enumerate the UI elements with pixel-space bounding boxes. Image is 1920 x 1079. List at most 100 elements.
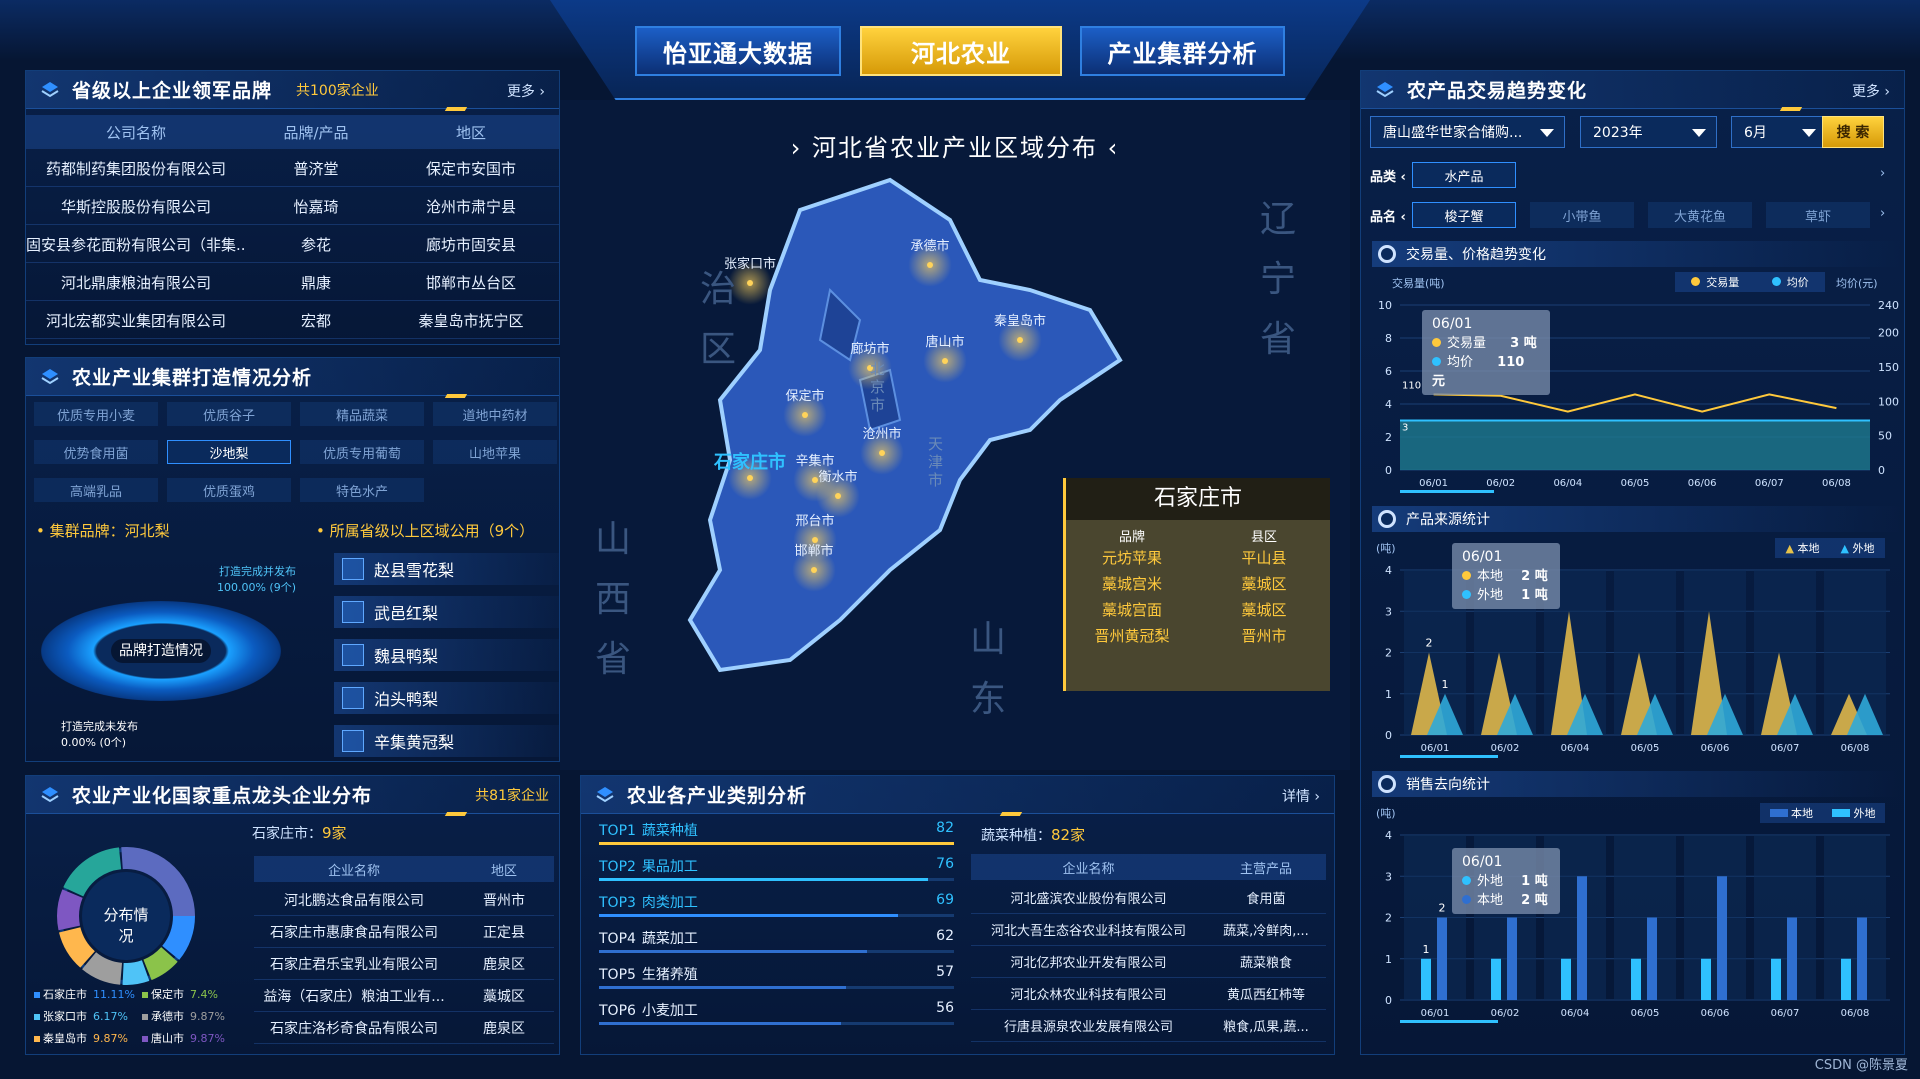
remote-bar[interactable] [1631, 958, 1641, 1000]
industry-item[interactable]: TOP1 蔬菜种植 82 [599, 820, 954, 850]
table-row[interactable]: 华斯控股股份有限公司 怡嘉琦 沧州市肃宁县 [26, 189, 559, 225]
map-city-label[interactable]: 沧州市 [842, 423, 922, 442]
cluster-chip[interactable]: 沙地梨 [167, 440, 291, 464]
city-dot[interactable] [802, 412, 808, 418]
table-row[interactable]: 河北鹏达食品有限公司 晋州市 [254, 884, 554, 916]
pear-brand-item[interactable]: 辛集黄冠梨 [334, 725, 579, 757]
industry-item[interactable]: TOP5 生猪养殖 57 [599, 964, 954, 994]
pear-brand-item[interactable]: 魏县鸭梨 [334, 639, 579, 671]
industry-item[interactable]: TOP3 肉类加工 69 [599, 892, 954, 922]
industry-item[interactable]: TOP4 蔬菜加工 62 [599, 928, 954, 958]
table-row[interactable]: 河北大吾生态谷农业科技有限公司 蔬菜,冷鲜肉,... [971, 914, 1326, 946]
map-city-label[interactable]: 保定市 [765, 385, 845, 404]
city-dot[interactable] [879, 450, 885, 456]
remote-bar[interactable] [1561, 958, 1571, 1000]
scroll-thumb[interactable] [1400, 490, 1494, 493]
search-button[interactable]: 搜 索 [1822, 116, 1884, 148]
table-cell: 河北鹏达食品有限公司 [284, 892, 424, 909]
scroll-thumb[interactable] [1400, 1020, 1498, 1023]
city-dot[interactable] [927, 262, 933, 268]
local-bar[interactable] [1717, 876, 1727, 1000]
map-city-label[interactable]: 唐山市 [905, 331, 985, 350]
product-chip[interactable]: 梭子蟹 [1412, 202, 1516, 228]
cluster-chip[interactable]: 道地中药材 [433, 402, 557, 426]
cluster-chip[interactable]: 优质专用小麦 [34, 402, 158, 426]
city-dot[interactable] [942, 358, 948, 364]
y-tick-label: 1 [1385, 688, 1392, 701]
cluster-chip[interactable]: 优质谷子 [167, 402, 291, 426]
local-bar[interactable] [1437, 917, 1447, 1001]
table-row[interactable]: 行唐县源泉农业发展有限公司 粮食,瓜果,蔬... [971, 1010, 1326, 1042]
cluster-chip[interactable]: 优质专用葡萄 [300, 440, 424, 464]
x-tick-label: 06/02 [1486, 478, 1515, 489]
category-chip[interactable]: 水产品 [1412, 162, 1516, 188]
cluster-chip[interactable]: 优势食用菌 [34, 440, 158, 464]
cluster-chip[interactable]: 特色水产 [300, 478, 424, 502]
product-chip[interactable]: 小带鱼 [1530, 202, 1634, 228]
trade-more-link[interactable]: 更多 › [1852, 81, 1890, 101]
local-bar[interactable] [1857, 917, 1867, 1001]
remote-bar[interactable] [1771, 958, 1781, 1000]
remote-bar[interactable] [1841, 958, 1851, 1000]
tab-cluster-analysis[interactable]: 产业集群分析 [1080, 26, 1285, 76]
map-city-label[interactable]: 承德市 [890, 235, 970, 254]
industry-item[interactable]: TOP6 小麦加工 56 [599, 1000, 954, 1030]
neighbor-label: 山东 [970, 619, 1007, 720]
table-row[interactable]: 石家庄君乐宝乳业有限公司 鹿泉区 [254, 948, 554, 980]
table-cell: 沧州市肃宁县 [425, 198, 516, 216]
table-row[interactable]: 石家庄洛杉奇食品有限公司 鹿泉区 [254, 1012, 554, 1044]
cluster-chip[interactable]: 高端乳品 [34, 478, 158, 502]
local-bar[interactable] [1507, 917, 1517, 1001]
year-select[interactable]: 2023年 [1580, 116, 1717, 148]
tab-hebei-agri[interactable]: 河北农业 [860, 26, 1062, 76]
table-row[interactable]: 河北盛滨农业股份有限公司 食用菌 [971, 882, 1326, 914]
industry-more-link[interactable]: 详情 › [1282, 786, 1320, 806]
cluster-chip[interactable]: 优质蛋鸡 [167, 478, 291, 502]
industry-item[interactable]: TOP2 果品加工 76 [599, 856, 954, 886]
remote-bar[interactable] [1421, 958, 1431, 1000]
remote-bar[interactable] [1491, 958, 1501, 1000]
local-bar[interactable] [1787, 917, 1797, 1001]
pear-brand-item[interactable]: 赵县雪花梨 [334, 553, 579, 585]
table-row[interactable]: 河北宏都实业集团有限公司 宏都 秦皇岛市抚宁区 [26, 303, 559, 339]
category-next-icon[interactable]: › [1880, 166, 1885, 181]
city-dot[interactable] [811, 567, 817, 573]
map-city-label[interactable]: 秦皇岛市 [980, 310, 1060, 329]
city-dot[interactable] [747, 280, 753, 286]
map-city-label[interactable]: 邯郸市 [774, 540, 854, 559]
cluster-chip[interactable]: 精品蔬菜 [300, 402, 424, 426]
product-chip[interactable]: 草虾 [1766, 202, 1870, 228]
brands-more-link[interactable]: 更多 › [507, 81, 545, 101]
map-city-label[interactable]: 廊坊市 [830, 338, 910, 357]
table-row[interactable]: 河北亿邦农业开发有限公司 蔬菜粮食 [971, 946, 1326, 978]
pear-brand-item[interactable]: 武邑红梨 [334, 596, 579, 628]
table-row[interactable]: 河北众林农业科技有限公司 黄瓜西红柿等 [971, 978, 1326, 1010]
y2-tick-label: 150 [1878, 361, 1899, 374]
table-row[interactable]: 固安县参花面粉有限公司（非集... 参花 廊坊市固安县 [26, 227, 559, 263]
table-row[interactable]: 河北鼎康粮油有限公司 鼎康 邯郸市丛台区 [26, 265, 559, 301]
legend-swatch [142, 1014, 148, 1020]
city-dot[interactable] [747, 475, 753, 481]
city-dot[interactable] [1017, 337, 1023, 343]
map-city-label[interactable]: 衡水市 [798, 466, 878, 485]
cluster-chip[interactable]: 山地苹果 [433, 440, 557, 464]
remote-bar[interactable] [1701, 958, 1711, 1000]
table-cell: 鹿泉区 [483, 1020, 525, 1037]
city-dot[interactable] [835, 493, 841, 499]
footer-watermark: CSDN @陈景夏 [1814, 1058, 1908, 1073]
local-bar[interactable] [1647, 917, 1657, 1001]
table-row[interactable]: 益海（石家庄）粮油工业有... 藁城区 [254, 980, 554, 1012]
scroll-thumb[interactable] [1400, 755, 1498, 758]
layers-icon [1376, 82, 1394, 98]
table-row[interactable]: 药都制药集团股份有限公司 普济堂 保定市安国市 [26, 151, 559, 187]
map-city-label[interactable]: 邢台市 [775, 510, 855, 529]
tab-ytt-bigdata[interactable]: 怡亚通大数据 [635, 26, 841, 76]
warehouse-select[interactable]: 唐山盛华世家合储购... [1370, 116, 1565, 148]
month-select[interactable]: 6月 [1731, 116, 1827, 148]
product-chip[interactable]: 大黄花鱼 [1648, 202, 1752, 228]
local-bar[interactable] [1577, 876, 1587, 1000]
table-row[interactable]: 石家庄市惠康食品有限公司 正定县 [254, 916, 554, 948]
product-next-icon[interactable]: › [1880, 206, 1885, 221]
pear-brand-item[interactable]: 泊头鸭梨 [334, 682, 579, 714]
brands-title: 省级以上企业领军品牌 [72, 80, 273, 102]
